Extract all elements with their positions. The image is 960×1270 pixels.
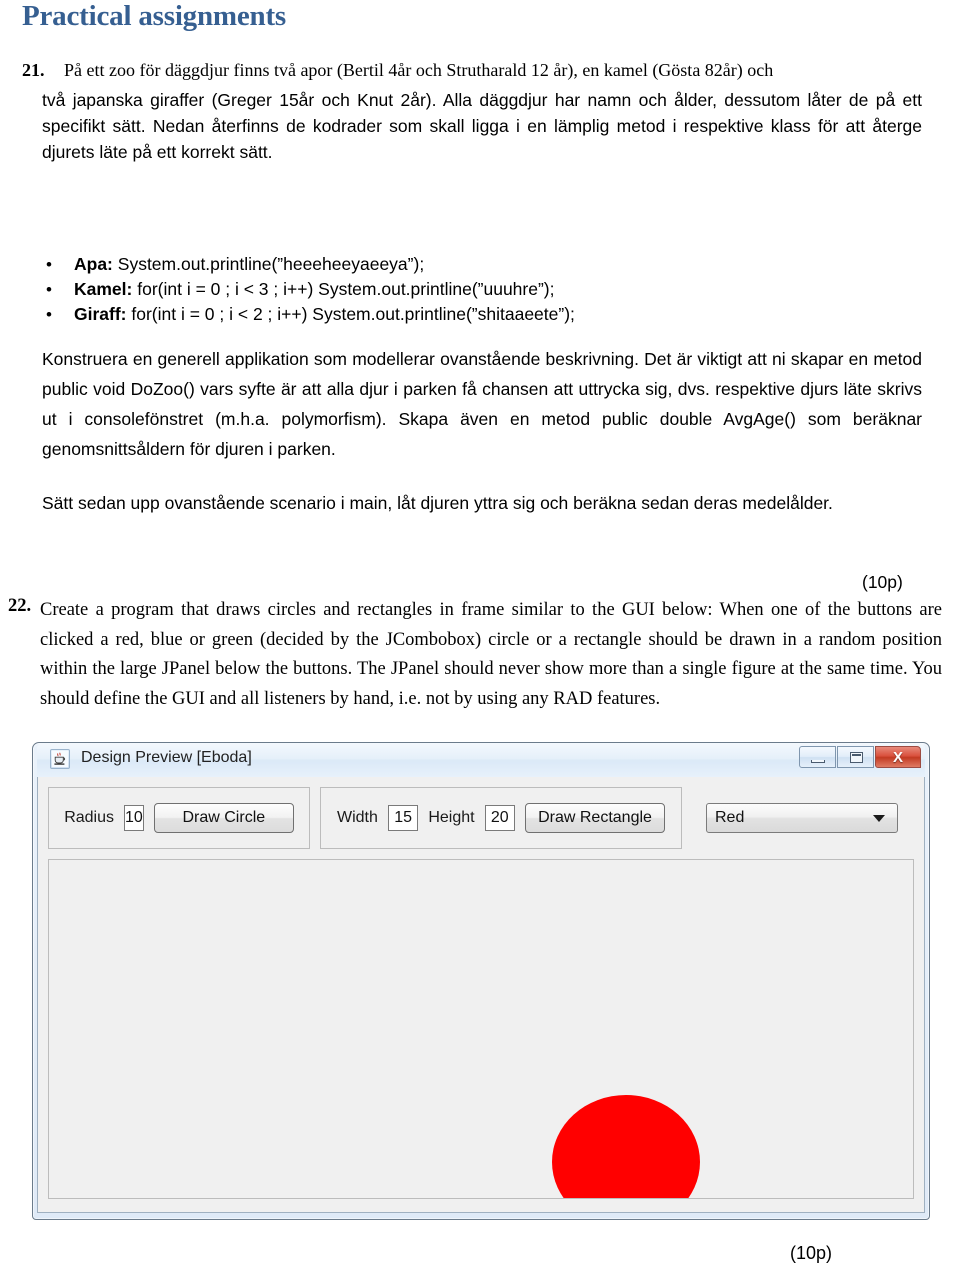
question-21-points: (10p) xyxy=(862,572,903,592)
minimize-button[interactable] xyxy=(799,746,836,768)
java-design-preview-window: Design Preview [Eboda] X Radius 10 Draw … xyxy=(32,742,930,1220)
height-input[interactable]: 20 xyxy=(484,805,515,831)
circle-controls-group: Radius 10 Draw Circle xyxy=(48,787,310,849)
question-21-body: två japanska giraffer (Greger 15år och K… xyxy=(42,90,922,162)
document-page: Practical assignments 21. På ett zoo för… xyxy=(0,0,960,1270)
list-item-code: for(int i = 0 ; i < 3 ; i++) System.out.… xyxy=(137,279,555,299)
bullet-icon: • xyxy=(46,280,52,299)
java-coffee-cup-icon xyxy=(50,749,70,769)
maximize-icon xyxy=(850,752,863,763)
question-21-first-line: På ett zoo för däggdjur finns två apor (… xyxy=(64,60,774,80)
bullet-icon: • xyxy=(46,255,52,274)
window-controls: X xyxy=(799,746,921,768)
list-item: • Apa: System.out.printline(”heeeheeyaee… xyxy=(42,252,942,277)
window-client-area: Radius 10 Draw Circle Width 15 Height 20… xyxy=(37,777,925,1213)
page-title: Practical assignments xyxy=(22,0,287,32)
list-item-label: Giraff: xyxy=(74,304,127,324)
list-item-code: for(int i = 0 ; i < 2 ; i++) System.out.… xyxy=(131,304,575,324)
rectangle-controls-group: Width 15 Height 20 Draw Rectangle xyxy=(320,787,682,849)
list-item-label: Apa: xyxy=(74,254,113,274)
list-item: • Giraff: for(int i = 0 ; i < 2 ; i++) S… xyxy=(42,302,942,327)
list-item: • Kamel: for(int i = 0 ; i < 3 ; i++) Sy… xyxy=(42,277,942,302)
bullet-icon: • xyxy=(46,305,52,324)
width-label: Width xyxy=(337,809,378,826)
window-title: Design Preview [Eboda] xyxy=(81,749,252,766)
question-21-paragraph-3: Sätt sedan upp ovanstående scenario i ma… xyxy=(42,493,833,513)
drawing-panel[interactable] xyxy=(48,859,914,1199)
draw-circle-button[interactable]: Draw Circle xyxy=(153,803,294,833)
maximize-button[interactable] xyxy=(837,746,874,768)
color-combo-group: Red xyxy=(692,787,914,849)
color-select-value: Red xyxy=(715,809,745,826)
radius-input[interactable]: 10 xyxy=(124,805,144,831)
window-titlebar[interactable]: Design Preview [Eboda] X xyxy=(37,743,925,777)
question-22-body: Create a program that draws circles and … xyxy=(40,600,942,709)
chevron-down-icon xyxy=(873,815,885,822)
question-22-number: 22. xyxy=(8,596,32,616)
radius-label: Radius xyxy=(64,809,115,826)
draw-rectangle-button[interactable]: Draw Rectangle xyxy=(525,803,665,833)
list-item-label: Kamel: xyxy=(74,279,133,299)
question-21-number: 21. xyxy=(22,60,45,80)
width-input[interactable]: 15 xyxy=(387,805,419,831)
close-icon: X xyxy=(892,748,903,766)
code-bullet-list: • Apa: System.out.printline(”heeeheeyaee… xyxy=(42,252,942,327)
question-21-paragraph-2: Konstruera en generell applikation som m… xyxy=(42,349,922,459)
height-label: Height xyxy=(428,809,475,826)
drawn-ellipse-shape xyxy=(552,1095,700,1198)
controls-toolbar: Radius 10 Draw Circle Width 15 Height 20… xyxy=(48,787,914,849)
minimize-icon xyxy=(811,760,825,763)
list-item-code: System.out.printline(”heeeheeyaeeya”); xyxy=(117,254,425,274)
color-select[interactable]: Red xyxy=(706,803,898,833)
question-22-points: (10p) xyxy=(790,1243,833,1263)
close-button[interactable]: X xyxy=(875,746,921,768)
